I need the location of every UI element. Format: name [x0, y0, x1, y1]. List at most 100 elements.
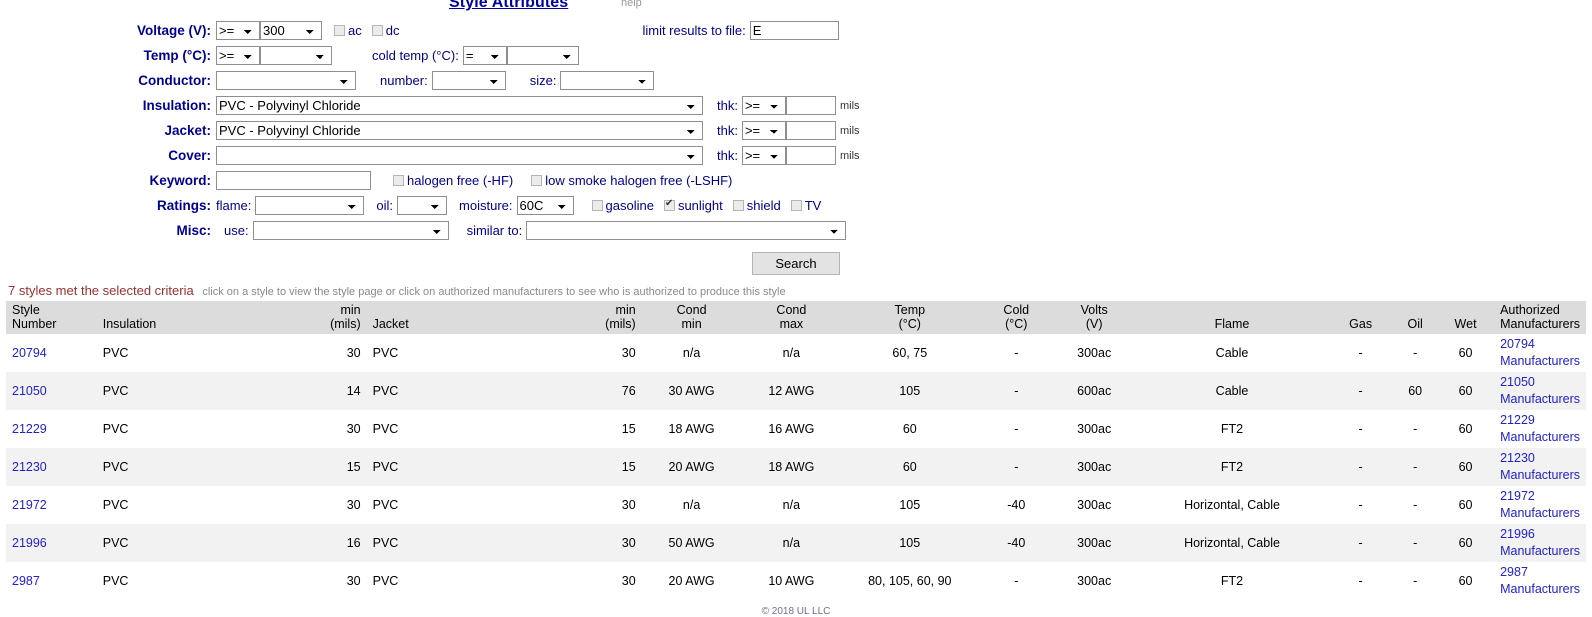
cell-style-number[interactable]: 21996 [6, 524, 97, 562]
col-insulation: Insulation [97, 301, 259, 334]
jacket-thk-operator-select[interactable]: >= [742, 121, 786, 140]
form-row-insulation: Insulation: PVC - Polyvinyl Chloride thk… [0, 93, 1592, 118]
table-row[interactable]: 21229 PVC 30 PVC 15 18 AWG 16 AWG 60 - 3… [6, 410, 1586, 448]
insulation-thk-input[interactable] [786, 96, 836, 115]
col-oil-line2: Oil [1408, 317, 1423, 331]
halogen-free-checkbox[interactable] [393, 175, 404, 186]
insulation-select[interactable]: PVC - Polyvinyl Chloride [216, 96, 703, 115]
cell-manufacturers[interactable]: 2987 Manufacturers [1492, 562, 1586, 600]
cell-style-number[interactable]: 21972 [6, 486, 97, 524]
table-row[interactable]: 21972 PVC 30 PVC 30 n/a n/a 105 -40 300a… [6, 486, 1586, 524]
manufacturers-link[interactable]: 21050 Manufacturers [1500, 375, 1580, 406]
footer-copyright: © 2018 UL LLC [0, 606, 1592, 617]
temp-operator-select[interactable]: >= [216, 46, 260, 65]
style-link[interactable]: 21996 [12, 536, 47, 550]
limit-file-input[interactable] [750, 21, 839, 40]
style-link[interactable]: 21229 [12, 422, 47, 436]
col-insulation-min-line2: (mils) [330, 317, 361, 331]
cell-temp: 105 [841, 524, 978, 562]
cover-select[interactable] [216, 146, 703, 165]
table-row[interactable]: 21050 PVC 14 PVC 76 30 AWG 12 AWG 105 - … [6, 372, 1586, 410]
cell-wet: 60 [1439, 410, 1492, 448]
cell-manufacturers[interactable]: 21050 Manufacturers [1492, 372, 1586, 410]
manufacturers-link[interactable]: 21972 Manufacturers [1500, 489, 1580, 520]
shield-checkbox[interactable] [733, 200, 744, 211]
conductor-size-select[interactable] [560, 71, 654, 90]
cell-flame: Horizontal, Cable [1134, 524, 1330, 562]
tv-checkbox[interactable] [791, 200, 802, 211]
voltage-ac-checkbox[interactable] [334, 25, 345, 36]
conductor-number-select[interactable] [432, 71, 506, 90]
jacket-thk-input[interactable] [786, 121, 836, 140]
manufacturers-link[interactable]: 21229 Manufacturers [1500, 413, 1580, 444]
col-insulation-min-line1: min [340, 303, 360, 317]
cold-temp-value-select[interactable] [507, 46, 579, 65]
voltage-value-select[interactable]: 300 [260, 21, 322, 40]
help-link[interactable]: help [621, 0, 642, 9]
cell-style-number[interactable]: 20794 [6, 334, 97, 372]
manufacturers-link[interactable]: 21996 Manufacturers [1500, 527, 1580, 558]
voltage-dc-checkbox[interactable] [372, 25, 383, 36]
oil-select[interactable] [397, 196, 447, 215]
misc-similar-select[interactable] [526, 221, 846, 240]
cover-thk-operator-select[interactable]: >= [742, 146, 786, 165]
manufacturers-link[interactable]: 21230 Manufacturers [1500, 451, 1580, 482]
style-link[interactable]: 21972 [12, 498, 47, 512]
cell-style-number[interactable]: 21229 [6, 410, 97, 448]
col-style-line2: Number [12, 317, 56, 331]
cell-cond-min: 20 AWG [642, 562, 742, 600]
voltage-operator-select[interactable]: >= [216, 21, 260, 40]
cell-cond-min: n/a [642, 486, 742, 524]
style-link[interactable]: 2987 [12, 574, 40, 588]
lshf-checkbox[interactable] [531, 175, 542, 186]
cold-temp-operator-select[interactable]: = [463, 46, 507, 65]
gasoline-label: gasoline [606, 198, 654, 213]
cell-style-number[interactable]: 2987 [6, 562, 97, 600]
flame-select[interactable] [255, 196, 364, 215]
manufacturers-link[interactable]: 2987 Manufacturers [1500, 565, 1580, 596]
cell-insulation-min: 30 [258, 334, 366, 372]
col-mfr-line1: Authorized [1500, 303, 1560, 317]
style-link[interactable]: 20794 [12, 346, 47, 360]
cell-flame: FT2 [1134, 410, 1330, 448]
cell-style-number[interactable]: 21050 [6, 372, 97, 410]
cell-manufacturers[interactable]: 20794 Manufacturers [1492, 334, 1586, 372]
style-link[interactable]: 21230 [12, 460, 47, 474]
col-flame-line2: Flame [1215, 317, 1250, 331]
table-row[interactable]: 2987 PVC 30 PVC 30 20 AWG 10 AWG 80, 105… [6, 562, 1586, 600]
temp-value-select[interactable] [260, 46, 332, 65]
cell-manufacturers[interactable]: 21972 Manufacturers [1492, 486, 1586, 524]
sunlight-label: sunlight [678, 198, 723, 213]
cell-insulation-min: 30 [258, 562, 366, 600]
moisture-select[interactable]: 60C [517, 196, 574, 215]
cell-style-number[interactable]: 21230 [6, 448, 97, 486]
cell-wet: 60 [1439, 372, 1492, 410]
table-row[interactable]: 21230 PVC 15 PVC 15 20 AWG 18 AWG 60 - 3… [6, 448, 1586, 486]
cell-manufacturers[interactable]: 21229 Manufacturers [1492, 410, 1586, 448]
voltage-label: Voltage (V): [0, 23, 216, 38]
col-cond-min-line2: min [682, 317, 702, 331]
cover-thk-input[interactable] [786, 146, 836, 165]
cell-wet: 60 [1439, 334, 1492, 372]
page-title-link[interactable]: Style Attributes [449, 0, 568, 12]
misc-use-select[interactable] [253, 221, 449, 240]
results-table-body: 20794 PVC 30 PVC 30 n/a n/a 60, 75 - 300… [6, 334, 1586, 600]
cell-manufacturers[interactable]: 21996 Manufacturers [1492, 524, 1586, 562]
conductor-size-label: size: [530, 73, 561, 88]
col-temp-line1: Temp [895, 303, 926, 317]
jacket-select[interactable]: PVC - Polyvinyl Chloride [216, 121, 703, 140]
cell-cond-min: n/a [642, 334, 742, 372]
style-link[interactable]: 21050 [12, 384, 47, 398]
conductor-select[interactable] [216, 71, 356, 90]
sunlight-checkbox[interactable] [664, 200, 675, 211]
cell-jacket: PVC [367, 410, 534, 448]
voltage-dc-label: dc [386, 23, 400, 38]
search-button[interactable]: Search [752, 252, 839, 275]
table-row[interactable]: 21996 PVC 16 PVC 30 50 AWG n/a 105 -40 3… [6, 524, 1586, 562]
gasoline-checkbox[interactable] [592, 200, 603, 211]
insulation-thk-operator-select[interactable]: >= [742, 96, 786, 115]
keyword-input[interactable] [216, 171, 371, 190]
table-row[interactable]: 20794 PVC 30 PVC 30 n/a n/a 60, 75 - 300… [6, 334, 1586, 372]
manufacturers-link[interactable]: 20794 Manufacturers [1500, 337, 1580, 368]
cell-manufacturers[interactable]: 21230 Manufacturers [1492, 448, 1586, 486]
